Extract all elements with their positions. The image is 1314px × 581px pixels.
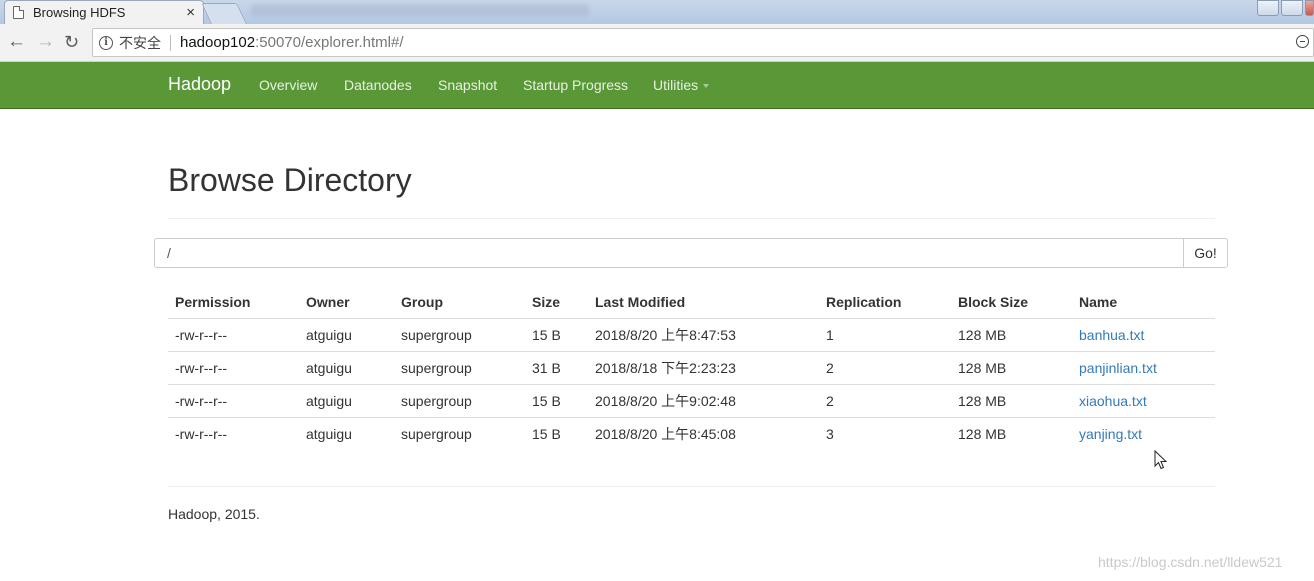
tab-close-icon[interactable]: × <box>186 4 195 21</box>
header-replication[interactable]: Replication <box>819 286 951 319</box>
mouse-cursor-icon <box>1154 450 1168 470</box>
blurred-window-title <box>250 4 590 16</box>
cell-group: supergroup <box>394 318 525 352</box>
nav-utilities[interactable]: Utilities <box>653 77 710 93</box>
page-icon <box>13 6 24 19</box>
reload-icon[interactable]: ↻ <box>64 32 79 52</box>
file-link[interactable]: yanjing.txt <box>1079 426 1142 442</box>
window-close-button[interactable] <box>1305 0 1314 16</box>
cell-block-size: 128 MB <box>951 351 1072 385</box>
cell-last-modified: 2018/8/18 下午2:23:23 <box>588 351 819 385</box>
cell-replication: 1 <box>819 318 951 352</box>
footer-text: Hadoop, 2015. <box>168 506 260 522</box>
header-block-size[interactable]: Block Size <box>951 286 1072 319</box>
file-table: Permission Owner Group Size Last Modifie… <box>168 286 1215 450</box>
cell-owner: atguigu <box>299 351 394 385</box>
cell-group: supergroup <box>401 425 472 442</box>
cell-name: yanjing.txt <box>1072 417 1215 450</box>
cell-owner: atguigu <box>306 425 352 442</box>
header-last-modified[interactable]: Last Modified <box>588 286 819 319</box>
cell-size: 31 B <box>525 351 588 385</box>
caret-down-icon <box>703 84 710 88</box>
page-title: Browse Directory <box>168 162 412 198</box>
cell-name: panjinlian.txt <box>1072 351 1215 385</box>
nav-datanodes[interactable]: Datanodes <box>344 77 412 93</box>
header-permission[interactable]: Permission <box>168 286 299 319</box>
top-navbar: Hadoop Overview Datanodes Snapshot Start… <box>0 62 1314 109</box>
header-size[interactable]: Size <box>525 286 588 319</box>
info-icon[interactable]: i <box>99 35 113 50</box>
file-link[interactable]: banhua.txt <box>1079 327 1144 343</box>
cell-size: 15 B <box>525 384 588 418</box>
zoom-out-icon[interactable] <box>1296 35 1309 48</box>
cell-group: supergroup <box>394 351 525 385</box>
window-user-button[interactable] <box>1257 0 1279 16</box>
url-host: hadoop102 <box>180 34 256 51</box>
nav-overview[interactable]: Overview <box>259 77 317 93</box>
nav-snapshot[interactable]: Snapshot <box>438 77 497 93</box>
directory-path-input[interactable] <box>154 238 1184 268</box>
footer-divider <box>168 486 1215 487</box>
table-row: -rw-r--r-- atguigu supergroup 15 B 2018/… <box>168 384 1215 418</box>
watermark-text: https://blog.csdn.net/lldew521 <box>1098 554 1283 570</box>
header-group[interactable]: Group <box>394 286 525 319</box>
file-link[interactable]: panjinlian.txt <box>1079 360 1157 376</box>
cell-permission: -rw-r--r-- <box>168 351 299 385</box>
table-row: -rw-r--r-- atguigu supergroup 15 B 2018/… <box>168 318 1215 352</box>
cell-replication: 2 <box>819 351 951 385</box>
cell-block-size: 128 MB <box>951 318 1072 352</box>
cell-group: supergroup <box>394 384 525 418</box>
table-row: -rw-r--r-- atguigu supergroup 31 B 2018/… <box>168 351 1215 385</box>
cell-last-modified: 2018/8/20 上午8:45:08 <box>595 425 736 442</box>
cell-owner: atguigu <box>299 384 394 418</box>
cell-replication: 3 <box>826 425 834 442</box>
url-separator <box>170 34 171 51</box>
browser-tab-strip: Browsing HDFS × <box>0 0 1314 24</box>
window-minimize-button[interactable] <box>1281 0 1303 16</box>
cell-size: 15 B <box>532 425 561 442</box>
forward-arrow-icon[interactable]: → <box>36 32 55 52</box>
url-path: :50070/explorer.html#/ <box>255 34 404 51</box>
nav-utilities-label: Utilities <box>653 77 699 93</box>
browser-tab[interactable]: Browsing HDFS × <box>4 0 204 24</box>
cell-permission: -rw-r--r-- <box>175 425 228 442</box>
address-bar: ← → ↻ i 不安全 hadoop102:50070/explorer.htm… <box>0 24 1314 62</box>
cell-name: banhua.txt <box>1072 318 1215 352</box>
nav-startup-progress[interactable]: Startup Progress <box>523 77 628 93</box>
cell-name: xiaohua.txt <box>1072 384 1215 418</box>
table-row: -rw-r--r-- atguigu supergroup 15 B 2018/… <box>168 417 1215 450</box>
go-button[interactable]: Go! <box>1183 238 1228 268</box>
url-input[interactable]: i 不安全 hadoop102:50070/explorer.html#/ <box>92 28 1314 57</box>
header-owner[interactable]: Owner <box>299 286 394 319</box>
title-divider <box>168 218 1215 219</box>
cell-size: 15 B <box>525 318 588 352</box>
tab-title: Browsing HDFS <box>33 5 126 20</box>
brand-link[interactable]: Hadoop <box>168 74 231 95</box>
cell-block-size: 128 MB <box>958 425 1007 442</box>
cell-last-modified: 2018/8/20 上午8:47:53 <box>588 318 819 352</box>
cell-owner: atguigu <box>299 318 394 352</box>
table-header-row: Permission Owner Group Size Last Modifie… <box>168 286 1215 319</box>
back-arrow-icon[interactable]: ← <box>7 32 26 52</box>
header-name[interactable]: Name <box>1072 286 1215 319</box>
cell-block-size: 128 MB <box>951 384 1072 418</box>
cell-permission: -rw-r--r-- <box>168 384 299 418</box>
cell-permission: -rw-r--r-- <box>168 318 299 352</box>
new-tab-button[interactable] <box>201 3 247 24</box>
insecure-label: 不安全 <box>119 34 161 51</box>
cell-replication: 2 <box>819 384 951 418</box>
file-link[interactable]: xiaohua.txt <box>1079 393 1147 409</box>
cell-last-modified: 2018/8/20 上午9:02:48 <box>588 384 819 418</box>
